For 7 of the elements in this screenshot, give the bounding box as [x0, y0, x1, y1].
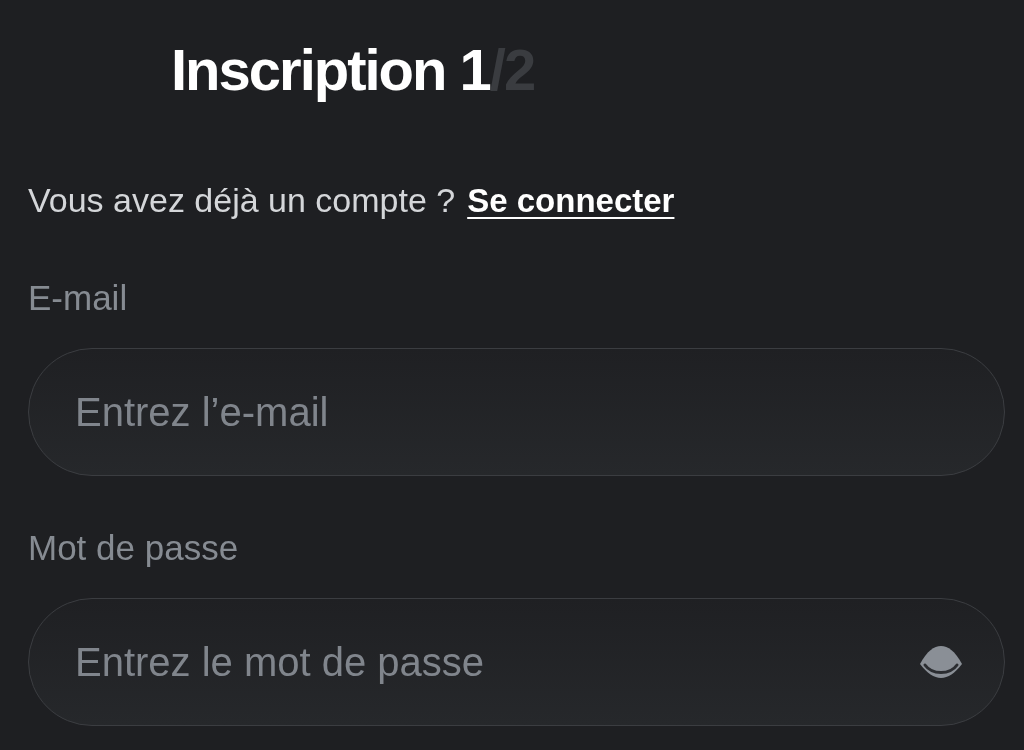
login-prompt: Vous avez déjà un compte ? — [28, 180, 456, 221]
field-label: Mot de passe — [28, 527, 239, 569]
password-field[interactable]: Entrez le mot de passe — [28, 598, 1005, 726]
email-field[interactable]: Entrez l’e-mail — [28, 348, 1005, 476]
login-link[interactable]: Se connecter — [467, 179, 675, 223]
field-label: E-mail — [28, 277, 128, 319]
eye-icon[interactable] — [919, 645, 963, 679]
